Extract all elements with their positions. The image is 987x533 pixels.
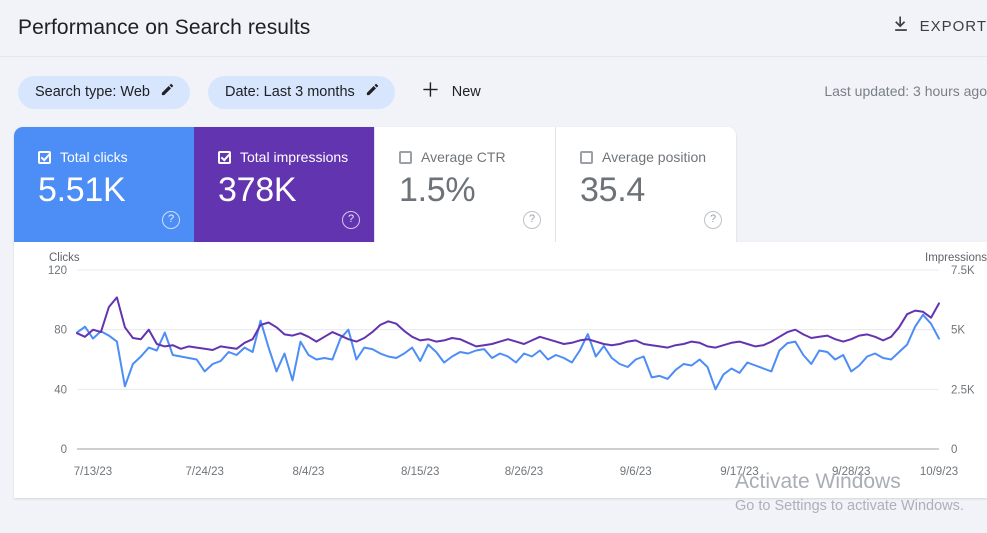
y2-axis-tick-label: 7.5K xyxy=(951,265,975,277)
plus-icon xyxy=(421,80,440,104)
metric-card-value: 378K xyxy=(218,171,297,209)
export-label: EXPORT xyxy=(919,18,987,35)
filter-chip-search-type[interactable]: Search type: Web xyxy=(18,75,190,109)
help-icon[interactable]: ? xyxy=(162,211,180,229)
metric-card-total-clicks[interactable]: Total clicks 5.51K ? xyxy=(14,127,194,242)
metric-card-label: Total impressions xyxy=(240,149,349,165)
x-axis-tick-label: 7/13/23 xyxy=(74,466,112,478)
download-icon xyxy=(891,14,911,39)
metric-card-total-impressions[interactable]: Total impressions 378K ? xyxy=(194,127,374,242)
performance-chart-panel: 0 0 40 2.5K 80 5K 120 7.5K Clicks Impressions 7/13… xyxy=(14,242,987,498)
checkbox-checked-icon[interactable] xyxy=(38,150,51,164)
watermark-line-2: Go to Settings to activate Windows. xyxy=(735,498,964,514)
last-updated-text: Last updated: 3 hours ago xyxy=(824,83,987,99)
y-axis-tick-label: 120 xyxy=(48,265,67,277)
metric-card-header: Total impressions xyxy=(218,149,374,165)
chart-line-clicks xyxy=(76,313,940,391)
x-axis-tick-label: 9/28/23 xyxy=(832,466,870,478)
y-axis-tick-label: 40 xyxy=(54,384,67,396)
checkbox-checked-icon[interactable] xyxy=(218,150,231,164)
x-axis-tick-label: 8/4/23 xyxy=(292,466,324,478)
x-axis-tick-label: 8/15/23 xyxy=(401,466,439,478)
y2-axis-title: Impressions xyxy=(925,252,987,264)
page-title: Performance on Search results xyxy=(18,16,311,39)
filter-chip-label: Date: Last 3 months xyxy=(225,84,355,100)
metric-card-value: 1.5% xyxy=(399,171,476,209)
filter-chip-label: Search type: Web xyxy=(35,84,150,100)
y-axis-title: Clicks xyxy=(49,252,80,264)
export-button[interactable]: EXPORT xyxy=(891,14,987,39)
page-header: Performance on Search results EXPORT xyxy=(0,0,987,57)
chart-line-impressions xyxy=(76,296,940,351)
add-new-filter-label: New xyxy=(451,84,481,100)
checkbox-unchecked-icon[interactable] xyxy=(399,150,412,164)
help-icon[interactable]: ? xyxy=(342,211,360,229)
y2-axis-tick-label: 5K xyxy=(951,325,965,337)
metric-card-label: Total clicks xyxy=(60,149,128,165)
metric-card-header: Average position xyxy=(580,149,736,165)
metric-cards: Total clicks 5.51K ? Total impressions 3… xyxy=(14,127,736,242)
filter-chip-date[interactable]: Date: Last 3 months xyxy=(208,75,395,109)
performance-chart[interactable]: 0 0 40 2.5K 80 5K 120 7.5K Clicks Impressions 7/13… xyxy=(14,242,987,498)
pencil-icon[interactable] xyxy=(160,82,175,102)
filter-bar: Search type: Web Date: Last 3 months New… xyxy=(0,57,987,127)
x-axis-tick-label: 9/17/23 xyxy=(720,466,758,478)
metric-card-value: 35.4 xyxy=(580,171,645,209)
checkbox-unchecked-icon[interactable] xyxy=(580,150,593,164)
x-axis-tick-label: 9/6/23 xyxy=(620,466,652,478)
y-axis-tick-label: 80 xyxy=(54,325,67,337)
metric-cards-wrap: Total clicks 5.51K ? Total impressions 3… xyxy=(0,127,987,242)
help-icon[interactable]: ? xyxy=(704,211,722,229)
y2-axis-tick-label: 2.5K xyxy=(951,384,975,396)
help-icon[interactable]: ? xyxy=(523,211,541,229)
metric-card-label: Average CTR xyxy=(421,149,506,165)
x-axis-tick-label: 7/24/23 xyxy=(186,466,224,478)
add-new-filter-button[interactable]: New xyxy=(415,76,487,108)
metric-card-average-ctr[interactable]: Average CTR 1.5% ? xyxy=(374,127,555,242)
x-axis-tick-label: 8/26/23 xyxy=(505,466,543,478)
metric-card-value: 5.51K xyxy=(38,171,126,209)
metric-card-average-position[interactable]: Average position 35.4 ? xyxy=(555,127,736,242)
x-axis-tick-label: 10/9/23 xyxy=(920,466,958,478)
metric-card-header: Total clicks xyxy=(38,149,194,165)
y2-axis-tick-label: 0 xyxy=(951,444,957,456)
pencil-icon[interactable] xyxy=(365,82,380,102)
metric-card-label: Average position xyxy=(602,149,707,165)
y-axis-tick-label: 0 xyxy=(61,444,67,456)
metric-card-header: Average CTR xyxy=(399,149,555,165)
